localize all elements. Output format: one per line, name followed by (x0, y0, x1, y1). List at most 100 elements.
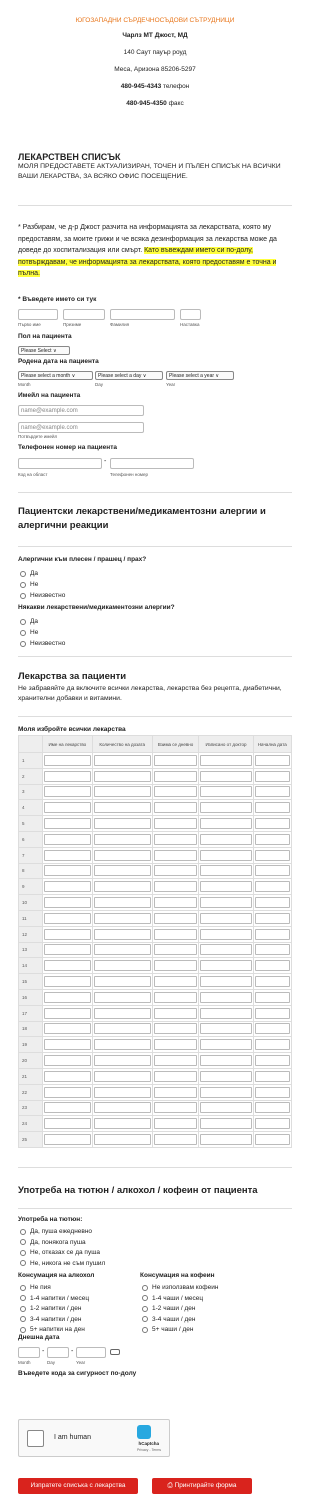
table-cell-input[interactable] (254, 897, 290, 909)
email-input[interactable]: name@example.com (18, 405, 144, 416)
table-cell-input[interactable] (153, 1102, 198, 1114)
table-cell-input[interactable] (254, 1102, 290, 1114)
table-cell-input[interactable] (200, 802, 252, 814)
allergy-q1-unknown[interactable]: Неизвестно (20, 591, 65, 600)
table-cell-input[interactable] (200, 770, 252, 782)
alcohol-option[interactable]: 5+ напитки на ден (20, 1325, 85, 1334)
table-cell-input[interactable] (200, 1118, 252, 1130)
table-cell-input[interactable] (200, 1023, 252, 1035)
table-cell-input[interactable] (153, 1007, 198, 1019)
table-cell-input[interactable] (254, 912, 290, 924)
table-cell-input[interactable] (254, 818, 290, 830)
table-cell-input[interactable] (153, 1023, 198, 1035)
table-cell-input[interactable] (44, 1023, 91, 1035)
table-cell-input[interactable] (153, 928, 198, 940)
caffeine-option[interactable]: 1-2 чаши / ден (142, 1304, 195, 1313)
table-cell-input[interactable] (254, 881, 290, 893)
table-cell-input[interactable] (44, 818, 91, 830)
tobacco-option[interactable]: Не, отказах се да пуша (20, 1248, 100, 1257)
table-cell-input[interactable] (200, 897, 252, 909)
alcohol-option[interactable]: Не пия (20, 1283, 51, 1292)
table-cell-input[interactable] (200, 991, 252, 1003)
table-cell-input[interactable] (153, 912, 198, 924)
table-cell-input[interactable] (93, 1039, 151, 1051)
table-cell-input[interactable] (254, 944, 290, 956)
table-cell-input[interactable] (153, 770, 198, 782)
table-cell-input[interactable] (254, 1086, 290, 1098)
table-cell-input[interactable] (93, 1023, 151, 1035)
table-cell-input[interactable] (44, 1070, 91, 1082)
table-cell-input[interactable] (200, 1007, 252, 1019)
table-cell-input[interactable] (93, 991, 151, 1003)
table-cell-input[interactable] (93, 944, 151, 956)
table-cell-input[interactable] (153, 881, 198, 893)
table-cell-input[interactable] (200, 912, 252, 924)
date-year-input[interactable] (76, 1347, 106, 1358)
dob-year-select[interactable]: Please select a year ∨ (166, 371, 234, 380)
table-cell-input[interactable] (254, 1007, 290, 1019)
tobacco-option[interactable]: Да, пуша ежедневно (20, 1227, 92, 1236)
table-cell-input[interactable] (200, 1102, 252, 1114)
table-cell-input[interactable] (254, 976, 290, 988)
table-cell-input[interactable] (254, 960, 290, 972)
caffeine-option[interactable]: 5+ чаши / ден (142, 1325, 193, 1334)
suffix-input[interactable] (180, 309, 201, 320)
first-name-input[interactable] (18, 309, 58, 320)
table-cell-input[interactable] (254, 802, 290, 814)
table-cell-input[interactable] (254, 1070, 290, 1082)
table-cell-input[interactable] (200, 976, 252, 988)
alcohol-option[interactable]: 1-2 напитки / ден (20, 1304, 81, 1313)
table-cell-input[interactable] (153, 833, 198, 845)
table-cell-input[interactable] (44, 991, 91, 1003)
table-cell-input[interactable] (153, 1055, 198, 1067)
table-cell-input[interactable] (254, 1118, 290, 1130)
table-cell-input[interactable] (93, 849, 151, 861)
dob-day-select[interactable]: Please select a day ∨ (95, 371, 163, 380)
table-cell-input[interactable] (153, 786, 198, 798)
table-cell-input[interactable] (93, 928, 151, 940)
table-cell-input[interactable] (93, 881, 151, 893)
table-cell-input[interactable] (200, 1039, 252, 1051)
table-cell-input[interactable] (93, 1070, 151, 1082)
table-cell-input[interactable] (153, 1118, 198, 1130)
table-cell-input[interactable] (93, 770, 151, 782)
table-cell-input[interactable] (93, 818, 151, 830)
table-cell-input[interactable] (93, 802, 151, 814)
table-cell-input[interactable] (200, 1055, 252, 1067)
table-cell-input[interactable] (153, 802, 198, 814)
submit-button[interactable]: Изпратете списъка с лекарства (18, 1478, 138, 1494)
table-cell-input[interactable] (254, 754, 290, 766)
table-cell-input[interactable] (44, 1118, 91, 1130)
table-cell-input[interactable] (200, 1086, 252, 1098)
alcohol-option[interactable]: 3-4 напитки / ден (20, 1315, 81, 1324)
table-cell-input[interactable] (200, 865, 252, 877)
table-cell-input[interactable] (153, 865, 198, 877)
table-cell-input[interactable] (44, 1007, 91, 1019)
table-cell-input[interactable] (93, 865, 151, 877)
allergy-q2-no[interactable]: Не (20, 628, 38, 637)
table-cell-input[interactable] (93, 960, 151, 972)
caffeine-option[interactable]: Не използвам кофеин (142, 1283, 218, 1292)
table-cell-input[interactable] (200, 1070, 252, 1082)
table-cell-input[interactable] (44, 802, 91, 814)
allergy-q1-yes[interactable]: Да (20, 569, 38, 578)
table-cell-input[interactable] (93, 1055, 151, 1067)
table-cell-input[interactable] (254, 1039, 290, 1051)
captcha-links[interactable]: Privacy - Terms (137, 1448, 161, 1452)
table-cell-input[interactable] (44, 897, 91, 909)
table-cell-input[interactable] (254, 786, 290, 798)
table-cell-input[interactable] (44, 754, 91, 766)
table-cell-input[interactable] (44, 912, 91, 924)
table-cell-input[interactable] (200, 928, 252, 940)
table-cell-input[interactable] (93, 1118, 151, 1130)
tobacco-option[interactable]: Не, никога не съм пушил (20, 1259, 105, 1268)
date-day-input[interactable] (47, 1347, 69, 1358)
table-cell-input[interactable] (254, 849, 290, 861)
table-cell-input[interactable] (44, 944, 91, 956)
table-cell-input[interactable] (44, 1055, 91, 1067)
table-cell-input[interactable] (153, 960, 198, 972)
table-cell-input[interactable] (44, 881, 91, 893)
table-cell-input[interactable] (93, 1134, 151, 1146)
table-cell-input[interactable] (200, 1134, 252, 1146)
table-cell-input[interactable] (153, 897, 198, 909)
